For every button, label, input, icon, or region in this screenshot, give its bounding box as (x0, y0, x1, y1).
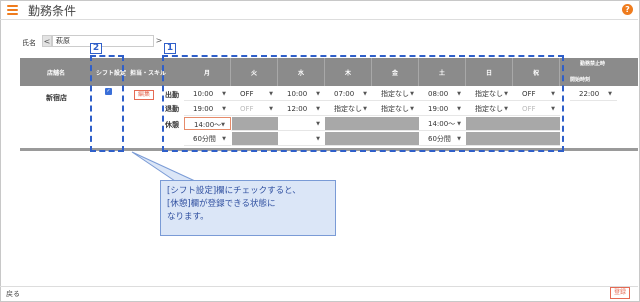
callout-line-1: [シフト設定]欄にチェックすると、 (167, 186, 301, 196)
dropdown-arrow-icon: ▼ (608, 91, 612, 97)
annotation-box-days (162, 55, 564, 152)
back-button[interactable]: 戻る (6, 289, 20, 299)
header-qualification: 担当・スキル (130, 69, 167, 77)
employee-name-field[interactable]: 萩原 (52, 35, 154, 47)
header-start-time: 開始時刻 (570, 77, 591, 83)
footer-bar (0, 286, 638, 301)
page-title: 勤務条件 (28, 4, 77, 18)
top-bar: 勤務条件 ? (0, 0, 638, 20)
header-limit: 勤務禁止時 (580, 61, 606, 67)
cell-value: 22:00 (579, 90, 600, 98)
annotation-label-2: 2 (90, 43, 102, 54)
limit-start-select[interactable]: 22:00 ▼ (570, 87, 617, 101)
annotation-label-1: 1 (164, 43, 176, 54)
name-label: 氏名 (22, 39, 36, 47)
callout-note: [シフト設定]欄にチェックすると、 [休憩]欄が登録できる状態に なります。 (160, 180, 336, 236)
annotation-box-shift (90, 55, 124, 152)
edit-skill-button[interactable]: 編集 (134, 90, 155, 100)
hamburger-menu-icon[interactable] (7, 5, 18, 15)
callout-line-2: [休憩]欄が登録できる状態に (167, 199, 276, 209)
header-store: 店舗名 (46, 69, 65, 77)
register-button[interactable]: 登録 (610, 287, 631, 299)
next-employee-button[interactable]: > (154, 35, 164, 47)
store-name: 新宿店 (46, 94, 67, 102)
help-icon[interactable]: ? (622, 4, 633, 15)
prev-employee-button[interactable]: < (42, 35, 52, 47)
callout-line-3: なります。 (167, 212, 209, 222)
